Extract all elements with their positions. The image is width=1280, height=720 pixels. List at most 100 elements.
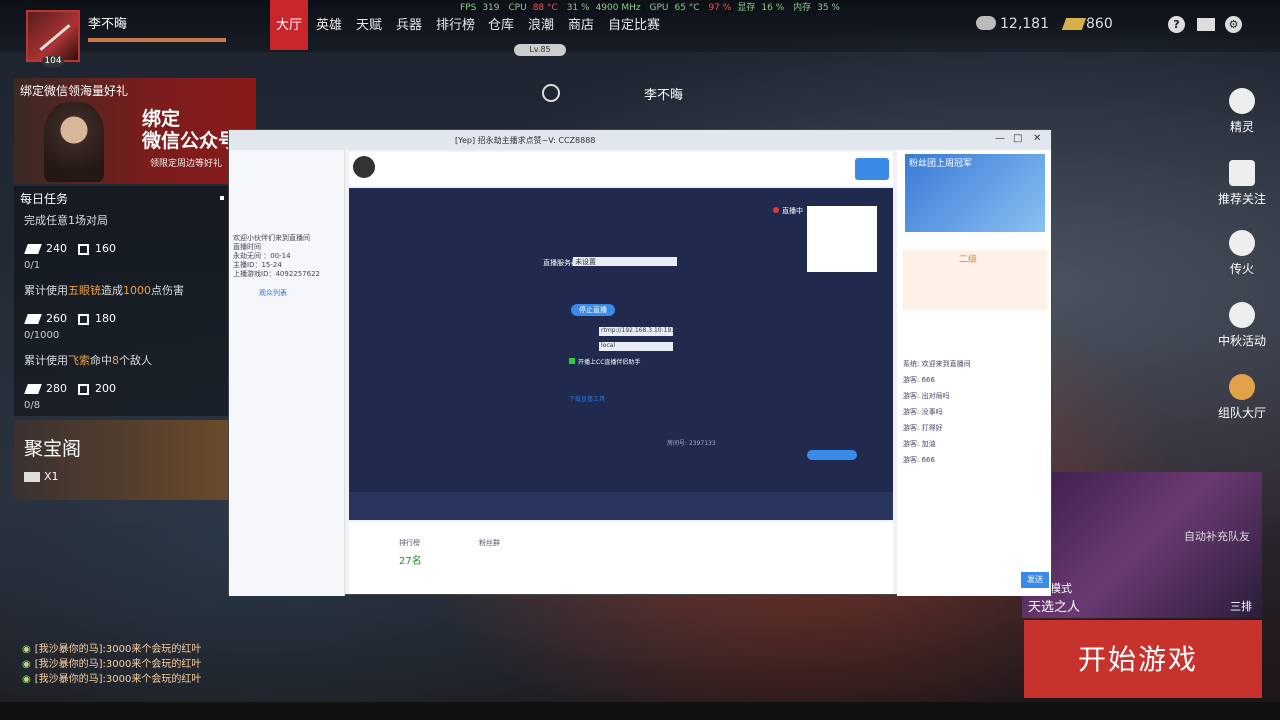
coin-icon <box>976 16 996 30</box>
center-player-name: 李不晦 <box>644 88 684 103</box>
live-dot-icon <box>773 207 779 213</box>
level-badge: Lv.85 <box>514 44 566 56</box>
rabbit-icon <box>1229 302 1255 328</box>
level-card: 二级 <box>903 250 1047 310</box>
room-info: 欢迎小伙伴们来到直播间 直播时间 永劫无间 ：00-14 主播ID：15-24 上播游戏… <box>233 234 320 278</box>
chat-badge-icon: ◉ <box>22 644 31 655</box>
gift-icon <box>78 383 89 395</box>
promo-big-text: 绑定 微信公众号 <box>142 108 238 152</box>
maximize-icon[interactable]: □ <box>1013 133 1022 144</box>
chat-badge-icon: ◉ <box>22 659 31 670</box>
stream-chat-panel: 粉丝团上周冠军 二级 系统: 欢迎来到直播间 游客: 666 游客: 出对局吗 游客:… <box>897 150 1051 596</box>
task-3: 累计使用飞索命中8个敌人 <box>24 354 152 367</box>
task-2-progress: 0/1000 <box>24 330 60 341</box>
chat-line: ◉ [我沙暴你的马]:3000来个会玩的红叶 <box>22 659 202 670</box>
promo-title: 绑定微信领海量好礼 <box>20 84 129 98</box>
rtmp-field[interactable]: rtmp://192.168.3.10:1935 <box>599 327 679 336</box>
task-1: 完成任意1场对局 <box>24 214 108 227</box>
viewer-list-title[interactable]: 观众列表 <box>259 288 287 298</box>
stream-app-window: [Yep] 招永劫主播求点赞~V: CCZ8888 ✕ □ — 欢迎小伙伴们来到… <box>228 129 1052 596</box>
send-button[interactable]: 发送 <box>1021 572 1049 588</box>
nav-heroes[interactable]: 英雄 <box>310 0 348 50</box>
stream-stats-card <box>807 206 877 272</box>
gift-icon <box>78 243 89 255</box>
menu-spirit[interactable]: 精灵 <box>1212 88 1272 135</box>
nav-weapons[interactable]: 兵器 <box>390 0 428 50</box>
cc-checkbox[interactable]: 开播上CC直播伴侣助手 <box>569 357 640 366</box>
feather-icon <box>24 314 42 324</box>
rank-value: 27名 <box>399 556 422 567</box>
chat-line: ◉ [我沙暴你的马]:3000来个会玩的红叶 <box>22 674 202 685</box>
server-select[interactable]: 未设置 <box>573 257 677 266</box>
room-settings-button[interactable] <box>807 450 857 460</box>
tasks-dot-icon <box>220 196 224 200</box>
room-id: 房间号: 2397133 <box>667 440 716 447</box>
stop-stream-button[interactable]: 停止直播 <box>571 304 615 316</box>
stream-window-titlebar: [Yep] 招永劫主播求点赞~V: CCZ8888 ✕ □ — <box>229 130 1051 150</box>
stream-key-field[interactable]: local <box>599 342 673 351</box>
feather-icon <box>24 244 42 254</box>
feather-icon <box>24 384 42 394</box>
system-monitor: FPS 319 CPU 88 °C 31 % 4900 MHz GPU 65 °C 97… <box>460 3 840 13</box>
wechat-promo-banner[interactable]: 绑定微信领海量好礼 绑定 微信公众号 领限定周边等好礼 <box>14 78 256 184</box>
headset-icon <box>1229 88 1255 114</box>
chat-messages: 系统: 欢迎来到直播间 游客: 666 游客: 出对局吗 游客: 没事吗 游客: 打得好… <box>903 360 971 464</box>
share-button[interactable] <box>855 158 889 180</box>
task-2-reward-1: 260 <box>24 312 67 325</box>
gold-count: 860 <box>1086 16 1113 32</box>
menu-follow[interactable]: 推荐关注 <box>1212 160 1272 207</box>
settings-gear-icon[interactable]: ⚙ <box>1225 16 1242 33</box>
stream-bottom-panel: 排行榜 27名 粉丝群 <box>349 522 893 594</box>
minimize-icon[interactable]: — <box>995 133 1005 144</box>
exp-bar <box>88 38 226 42</box>
nav-lobby[interactable]: 大厅 <box>270 0 309 50</box>
start-game-button[interactable]: 开始游戏 <box>1024 620 1262 698</box>
menu-fire[interactable]: 传火 <box>1212 230 1272 277</box>
tasks-title: 每日任务 <box>20 192 69 206</box>
live-status: 直播中 <box>773 206 803 216</box>
menu-midautumn[interactable]: 中秋活动 <box>1212 302 1272 349</box>
character-portrait <box>44 102 104 182</box>
player-level: 104 <box>42 56 64 67</box>
stream-preview: 直播中 直播服务器: 未设置 停止直播 rtmp://192.168.3.10:… <box>349 188 893 520</box>
lantern-icon <box>1229 374 1255 400</box>
task-3-reward-1: 280 <box>24 382 67 395</box>
fan-group-label[interactable]: 粉丝群 <box>479 538 500 548</box>
player-name[interactable]: 李不晦 <box>88 13 127 32</box>
flame-icon <box>1229 230 1255 256</box>
help-icon[interactable]: ? <box>1168 16 1185 33</box>
gift-bar[interactable] <box>349 492 893 520</box>
task-1-progress: 0/1 <box>24 260 41 271</box>
refresh-icon[interactable] <box>542 84 560 102</box>
download-link[interactable]: 下载直播工具 <box>569 394 605 403</box>
hero-name: 天选之人 <box>1028 600 1081 615</box>
task-1-reward-1: 240 <box>24 242 67 255</box>
rank-label: 排行榜 <box>399 539 420 547</box>
stream-header <box>349 152 893 186</box>
ticket-icon <box>24 472 40 482</box>
coin-count: 12,181 <box>1000 16 1049 32</box>
daily-tasks-panel: 每日任务 完成任意1场对局 240 160 0/1 累计使用五眼铳造成1000点… <box>14 186 228 416</box>
task-1-reward-2: 160 <box>78 242 116 255</box>
team-card[interactable]: 自动补充队友 单排模式 天选之人 三排 <box>1022 472 1262 618</box>
auto-fill-label: 自动补充队友 <box>1184 530 1250 543</box>
task-2-reward-2: 180 <box>78 312 116 325</box>
task-3-progress: 0/8 <box>24 400 41 411</box>
camera-icon <box>1229 160 1255 186</box>
world-chat: ◉ [我沙暴你的马]:3000来个会玩的红叶 ◉ [我沙暴你的马]:3000来个会玩… <box>22 642 201 687</box>
streamer-avatar <box>353 156 375 178</box>
chat-line: ◉ [我沙暴你的马]:3000来个会玩的红叶 <box>22 644 202 655</box>
nav-talent[interactable]: 天赋 <box>350 0 388 50</box>
menu-team-hall[interactable]: 组队大厅 <box>1212 374 1272 421</box>
task-2: 累计使用五眼铳造成1000点伤害 <box>24 284 184 297</box>
task-3-reward-2: 200 <box>78 382 116 395</box>
treasure-title: 聚宝阁 <box>24 438 82 460</box>
stream-title: [Yep] 招永劫主播求点赞~V: CCZ8888 <box>455 136 596 145</box>
gift-icon <box>78 313 89 325</box>
mail-icon[interactable] <box>1197 18 1215 31</box>
treasure-pavilion[interactable]: 聚宝阁 X1 <box>14 420 228 500</box>
close-icon[interactable]: ✕ <box>1033 133 1041 144</box>
player-avatar[interactable] <box>26 10 80 62</box>
fan-club-banner[interactable]: 粉丝团上周冠军 <box>905 154 1045 232</box>
treasure-count: X1 <box>24 470 59 483</box>
